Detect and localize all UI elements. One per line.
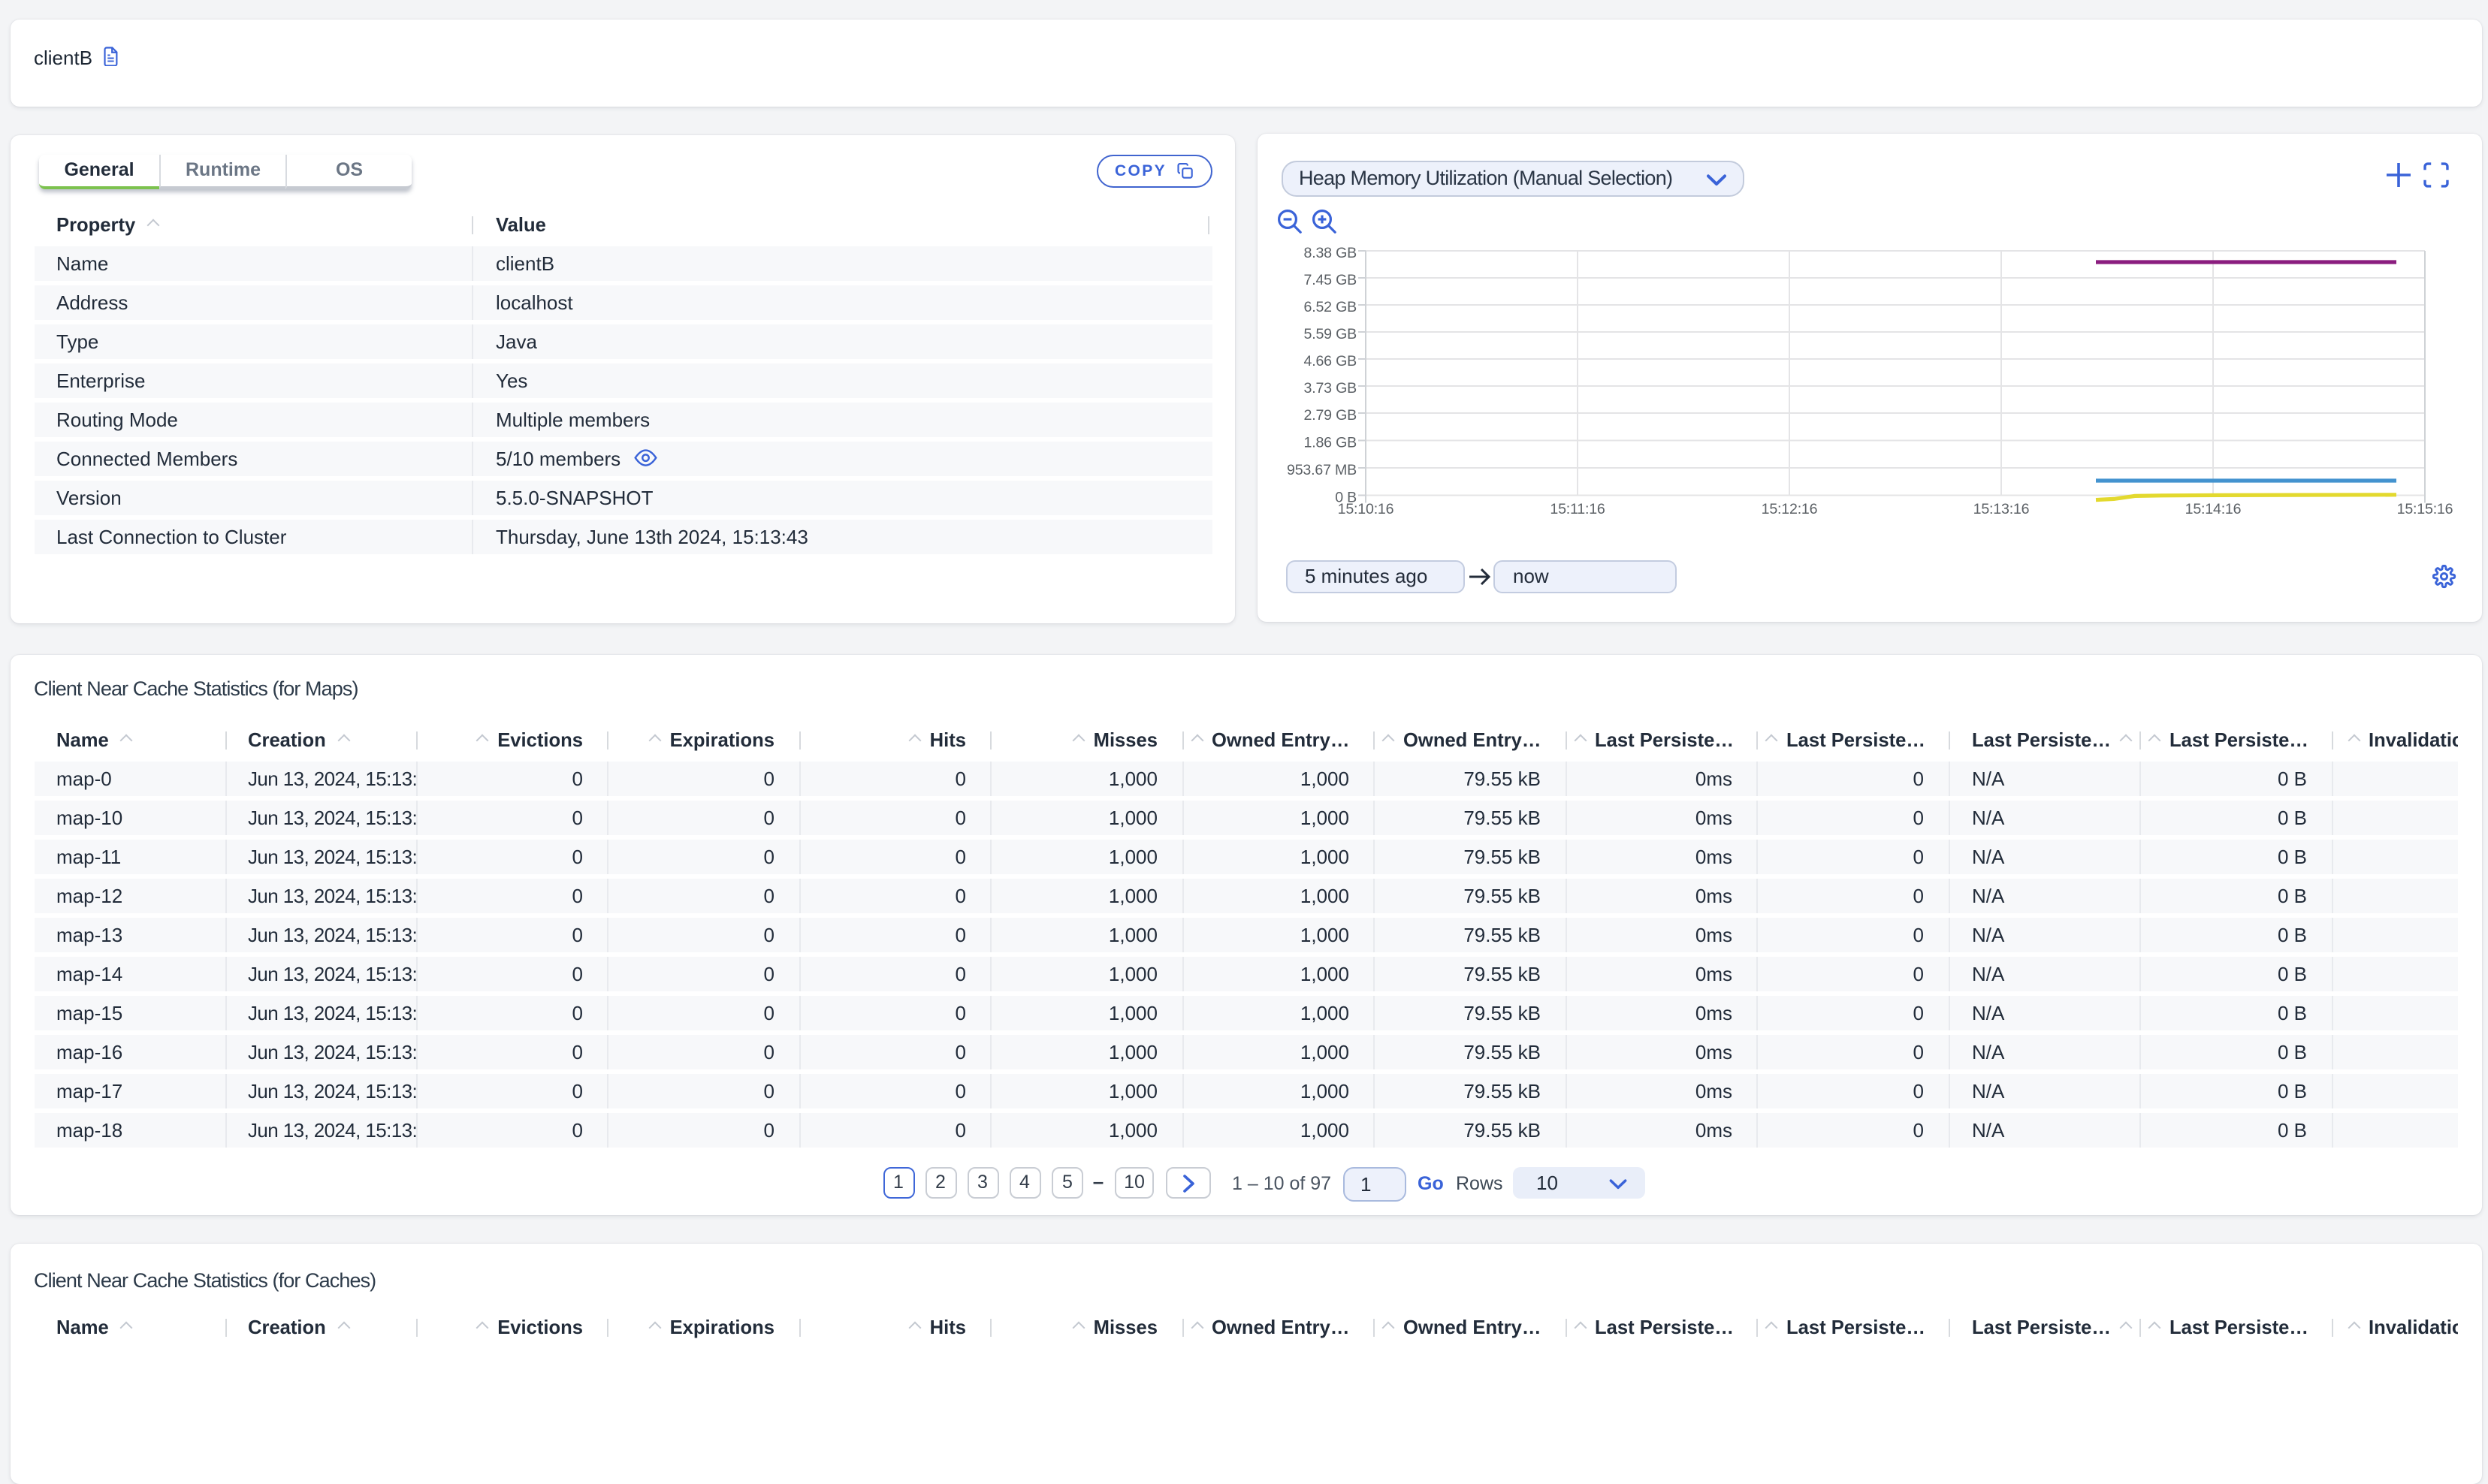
svg-text:7.45 GB: 7.45 GB (1304, 272, 1357, 288)
svg-text:15:13:16: 15:13:16 (1973, 501, 2030, 517)
svg-text:15:11:16: 15:11:16 (1550, 501, 1605, 517)
svg-text:15:14:16: 15:14:16 (2185, 501, 2242, 517)
svg-text:15:10:16: 15:10:16 (1338, 501, 1394, 517)
svg-text:6.52 GB: 6.52 GB (1304, 299, 1357, 315)
svg-text:3.73 GB: 3.73 GB (1304, 380, 1357, 397)
svg-text:1.86 GB: 1.86 GB (1304, 435, 1357, 451)
svg-text:4.66 GB: 4.66 GB (1304, 353, 1357, 369)
svg-text:15:12:16: 15:12:16 (1762, 501, 1818, 517)
svg-text:2.79 GB: 2.79 GB (1304, 407, 1357, 424)
svg-text:5.59 GB: 5.59 GB (1304, 326, 1357, 342)
svg-text:8.38 GB: 8.38 GB (1304, 245, 1357, 261)
svg-text:953.67 MB: 953.67 MB (1287, 462, 1357, 478)
svg-text:15:15:16: 15:15:16 (2397, 501, 2453, 517)
